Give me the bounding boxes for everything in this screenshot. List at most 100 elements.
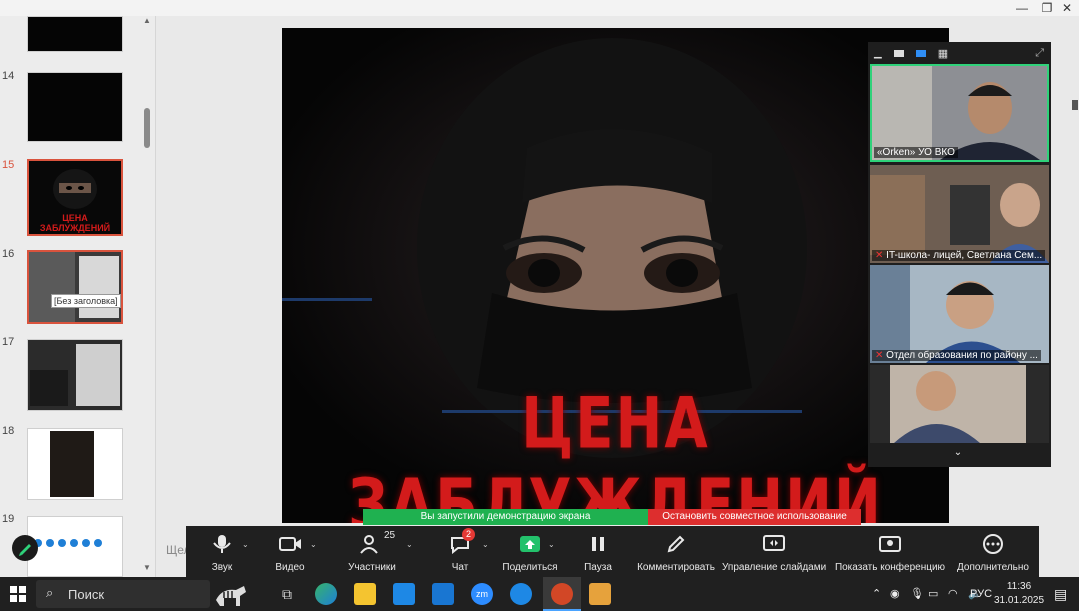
slide-thumb-17[interactable] [27,339,123,411]
participant-tile[interactable] [870,365,1049,443]
video-label: Видео [275,562,305,573]
chat-button[interactable]: 2 Чат [440,526,480,577]
window-title-bar: — ❐ ✕ [0,0,1079,17]
mail-icon[interactable] [432,583,454,605]
expand-icon[interactable]: ⤢ [1035,47,1044,60]
slide-thumb-photo [29,252,75,322]
battery-icon[interactable]: ▭ [928,577,938,611]
network-icon[interactable]: ◉ [890,577,900,611]
slide-thumb-19[interactable] [27,516,123,577]
participant-tile[interactable]: «Orken» УО ВКО [870,64,1049,162]
pause-label: Пауза [584,562,612,573]
video-button[interactable]: Видео [268,526,312,577]
minimize-panel-icon[interactable]: ▁ [874,48,882,59]
scroll-down-icon[interactable]: ▼ [141,563,153,575]
annotate-button[interactable]: Комментировать [634,526,718,577]
chevron-down-icon[interactable]: ⌄ [406,540,413,549]
taskbar-search[interactable]: ⌕ Поиск [36,580,246,608]
pause-share-button[interactable]: Пауза [576,526,620,577]
slide-thumb-15[interactable]: ЦЕНА ЗАБЛУЖДЕНИЙ [27,159,123,236]
scroll-up-icon[interactable]: ▲ [141,16,153,28]
pen-tool-button[interactable] [12,535,38,561]
chevron-down-icon[interactable]: ⌄ [548,540,555,549]
pause-icon [592,537,604,551]
speaker-view-icon[interactable] [893,49,904,57]
language-indicator[interactable]: РУС [970,577,992,611]
minimize-button[interactable]: — [1009,0,1035,16]
scroll-participants-down-icon[interactable]: ⌄ [950,447,966,459]
microphone-icon [213,535,231,553]
slide-number: 19 [2,513,15,525]
slide-thumb-16[interactable]: [Без заголовка] [27,250,123,324]
current-slide[interactable]: ЦЕНА ЗАБЛУЖДЕНИЙ [282,28,949,523]
clock-time: 11:36 [1006,581,1032,592]
chat-label: Чат [451,562,469,573]
participants-label: Участники [348,562,396,573]
participant-tile[interactable]: ✕ IT-школа- лицей, Светлана Сем... [870,165,1049,263]
search-label: Поиск [68,587,105,602]
slide-control-button[interactable]: Управление слайдами [722,526,826,577]
edge-browser-icon[interactable] [315,583,337,605]
gallery-view-icon[interactable]: ▦ [938,47,948,60]
close-button[interactable]: ✕ [1054,0,1079,16]
side-marker [1072,100,1078,110]
slide-tooltip: [Без заголовка] [51,294,121,308]
file-explorer-icon[interactable] [354,583,376,605]
task-view-icon[interactable]: ⧉ [276,583,298,605]
show-conference-icon [879,536,901,552]
video-panel-controls: ▁ ▦ ⤢ [874,46,1044,60]
slide-thumb-18[interactable] [27,428,123,500]
audio-button[interactable]: Звук [200,526,244,577]
annotate-label: Комментировать [637,562,715,573]
slide-thumb-title: ЦЕНА ЗАБЛУЖДЕНИЙ [39,213,111,233]
taskbar-clock[interactable]: 11:36 31.01.2025 [994,580,1044,608]
slide-control-icon [763,535,785,551]
annotate-pencil-icon [667,535,685,553]
chevron-down-icon[interactable]: ⌄ [482,540,489,549]
chat-badge: 2 [462,528,475,541]
participant-video [870,265,1049,363]
slide-number: 18 [2,425,15,437]
app-icon[interactable] [589,583,611,605]
powerpoint-taskbar-button[interactable] [543,577,581,611]
chevron-down-icon[interactable]: ⌄ [310,540,317,549]
share-screen-button[interactable]: Поделиться [500,526,560,577]
slide-panel-scrollbar[interactable] [144,108,150,148]
slide-thumb-photo [30,370,68,406]
stop-share-label: Остановить совместное использование [662,511,847,522]
slide-number: 17 [2,336,15,348]
microphone-tray-icon[interactable]: 🎙 [910,577,924,611]
stop-share-button[interactable]: Остановить совместное использование [648,509,861,525]
windows-start-icon[interactable] [10,586,26,602]
powerpoint-icon [551,583,573,605]
slide-thumb-icons [34,539,118,549]
notifications-icon[interactable]: ▤ [1054,577,1067,611]
meeting-toolbar: Звук ⌄ Видео ⌄ 25 Участники ⌄ 2 Чат ⌄ По… [186,526,1039,577]
slide-thumb-13[interactable] [27,16,123,52]
slide-number: 16 [2,248,15,260]
show-conference-button[interactable]: Показать конференцию [834,526,946,577]
chevron-down-icon[interactable]: ⌄ [242,540,249,549]
wifi-icon[interactable]: ◠ [948,577,958,611]
slide-thumb-photo [50,431,94,497]
microsoft-store-icon[interactable] [393,583,415,605]
muted-mic-icon: ✕ [875,350,887,361]
participant-tile[interactable]: ✕ Отдел образования по району ... [870,265,1049,363]
app-icon[interactable] [510,583,532,605]
strip-view-icon[interactable] [915,49,926,57]
slide-control-label: Управление слайдами [722,562,827,573]
windows-taskbar: ⌕ Поиск ⧉ zm ⌃ ◉ 🎙 ▭ ◠ 🔈 РУС 11:36 31.01… [0,577,1079,611]
zebra-image [212,580,252,608]
participants-button[interactable]: 25 Участники [342,526,402,577]
slide-thumb-14[interactable] [27,72,123,142]
video-camera-icon [279,537,301,551]
participant-name: ✕ Отдел образования по району ... [872,350,1041,361]
more-icon [983,534,1003,554]
show-conference-label: Показать конференцию [834,562,946,573]
show-hidden-icons-icon[interactable]: ⌃ [872,577,881,611]
more-label: Дополнительно [957,562,1029,573]
more-button[interactable]: Дополнительно [954,526,1032,577]
participant-name: ✕ IT-школа- лицей, Светлана Сем... [872,250,1046,261]
screen-share-banner: Вы запустили демонстрацию экрана [363,509,648,525]
zoom-app-icon[interactable]: zm [471,583,493,605]
